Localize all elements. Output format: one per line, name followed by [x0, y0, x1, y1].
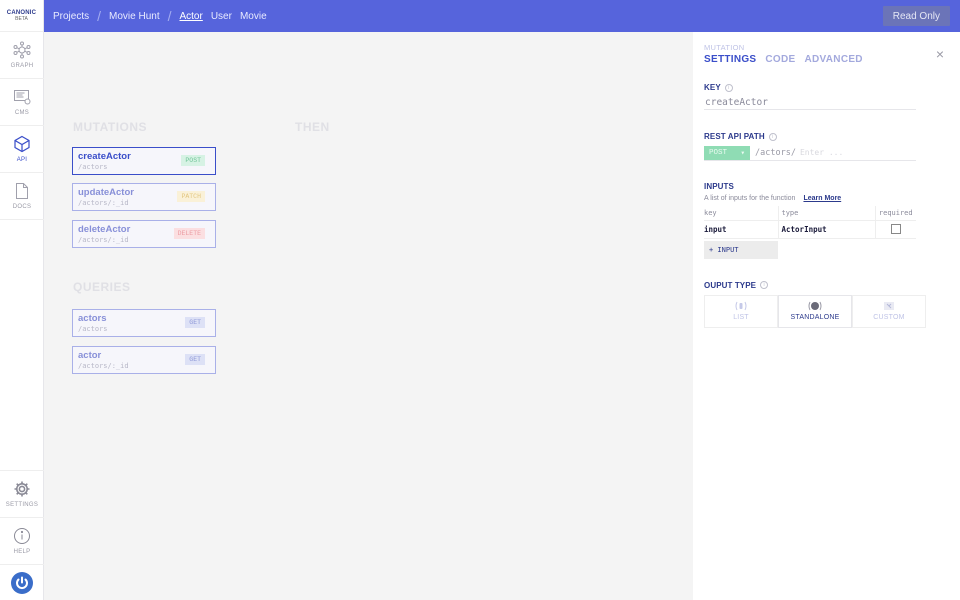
output-type-label: CUSTOM — [873, 314, 905, 321]
tab-advanced[interactable]: ADVANCED — [805, 54, 863, 65]
required-checkbox[interactable] — [890, 224, 901, 234]
method-badge: DELETE — [173, 228, 205, 239]
list-icon — [735, 301, 747, 311]
method-badge: PATCH — [177, 191, 205, 202]
sidebar-item-settings[interactable]: SETTINGS — [0, 470, 44, 517]
help-icon — [14, 528, 30, 544]
learn-more-link[interactable]: Learn More — [803, 195, 841, 202]
add-input-button[interactable]: + INPUT — [704, 240, 778, 259]
output-type-label: STANDALONE — [790, 314, 840, 321]
tab-code[interactable]: CODE — [765, 54, 795, 65]
sidebar-label-cms: CMS — [14, 110, 30, 116]
key-label: KEY i — [704, 83, 960, 92]
output-type-custom[interactable]: CUSTOM — [852, 294, 926, 328]
sidebar-item-graph[interactable]: GRAPH — [0, 32, 44, 79]
output-type-list[interactable]: LIST — [704, 294, 778, 328]
endpoint-card-update-actor[interactable]: updateActor /actors/:_id PATCH — [72, 183, 216, 211]
panel-tabs: SETTINGS CODE ADVANCED — [704, 54, 960, 65]
table-header-row: key type required — [704, 206, 916, 221]
power-button[interactable] — [0, 564, 44, 600]
standalone-icon — [808, 301, 822, 311]
info-icon[interactable]: i — [724, 83, 733, 92]
sidebar-item-cms[interactable]: CMS — [0, 79, 44, 126]
info-icon[interactable]: i — [768, 132, 777, 141]
settings-panel: × MUTATION SETTINGS CODE ADVANCED KEY i … — [693, 32, 960, 600]
cms-icon — [14, 90, 31, 105]
then-heading: THEN — [295, 120, 330, 134]
api-canvas: MUTATIONS THEN createActor /actors POST … — [44, 32, 693, 600]
sidebar-label-docs: DOCS — [12, 204, 32, 210]
key-label-text: KEY — [704, 83, 721, 92]
key-input[interactable] — [704, 96, 916, 110]
info-icon[interactable]: i — [760, 281, 769, 289]
sidebar-label-settings: SETTINGS — [5, 502, 39, 508]
output-type-standalone[interactable]: STANDALONE — [778, 294, 852, 328]
method-badge: POST — [181, 155, 205, 166]
tab-settings[interactable]: SETTINGS — [704, 54, 756, 65]
column-header-type: type — [777, 206, 875, 221]
column-header-required: required — [874, 206, 916, 221]
inputs-table: key type required input ActorInput — [704, 206, 916, 239]
output-type-label: OUPUT TYPE i — [704, 281, 960, 290]
sidebar: CANONIC BETA GRAPH CMS API DOCS SETTINGS… — [0, 0, 44, 600]
read-only-button[interactable]: Read Only — [882, 6, 950, 26]
method-select[interactable]: POST ▾ — [704, 145, 750, 160]
brand-logo[interactable]: CANONIC BETA — [0, 0, 43, 32]
output-type-label-text: OUPUT TYPE — [704, 280, 757, 290]
queries-heading: QUERIES — [73, 280, 131, 294]
breadcrumb-separator: / — [97, 8, 102, 24]
rest-path-input[interactable] — [799, 148, 890, 157]
rest-path-prefix: /actors/ — [755, 147, 796, 158]
method-select-value: POST — [709, 148, 728, 157]
mutations-heading: MUTATIONS — [73, 120, 148, 134]
model-tab-movie[interactable]: Movie — [240, 11, 267, 22]
brand-tag: BETA — [15, 15, 28, 22]
inputs-label: INPUTS — [704, 182, 960, 191]
sidebar-label-graph: GRAPH — [10, 63, 34, 69]
method-badge: GET — [185, 354, 205, 365]
panel-subtitle: MUTATION — [704, 43, 745, 52]
top-bar: Projects / Movie Hunt / Actor User Movie… — [44, 0, 960, 32]
power-icon — [11, 571, 33, 594]
output-type-options: LIST STANDALONE CUSTOM — [704, 294, 960, 328]
table-row[interactable]: input ActorInput — [704, 220, 916, 239]
inputs-description-text: A list of inputs for the function — [704, 195, 796, 202]
model-tab-actor[interactable]: Actor — [179, 11, 202, 22]
output-type-label: LIST — [733, 314, 749, 321]
inputs-description: A list of inputs for the function Learn … — [704, 195, 960, 202]
required-cell — [874, 220, 916, 239]
column-header-key: key — [704, 206, 778, 221]
sidebar-label-api: API — [16, 157, 28, 163]
graph-icon — [13, 41, 31, 59]
sidebar-item-docs[interactable]: DOCS — [0, 173, 44, 220]
rest-path-label-text: REST API PATH — [704, 132, 765, 141]
input-type-cell[interactable]: ActorInput — [777, 220, 875, 239]
endpoint-card-create-actor[interactable]: createActor /actors POST — [72, 147, 216, 175]
close-icon[interactable]: × — [936, 46, 944, 62]
endpoint-card-delete-actor[interactable]: deleteActor /actors/:_id DELETE — [72, 220, 216, 248]
method-badge: GET — [185, 317, 205, 328]
endpoint-card-actor[interactable]: actor /actors/:_id GET — [72, 346, 216, 374]
rest-path-row: POST ▾ /actors/ — [704, 145, 916, 161]
rest-path-label: REST API PATH i — [704, 132, 960, 141]
inputs-label-text: INPUTS — [704, 182, 734, 191]
chevron-down-icon: ▾ — [740, 149, 745, 158]
input-key-cell[interactable]: input — [704, 220, 778, 239]
sidebar-item-api[interactable]: API — [0, 126, 44, 173]
sidebar-bottom: SETTINGS HELP — [0, 470, 44, 600]
sidebar-item-help[interactable]: HELP — [0, 517, 44, 564]
breadcrumb-projects[interactable]: Projects — [53, 11, 89, 22]
gear-icon — [14, 481, 30, 497]
docs-icon — [16, 183, 28, 199]
endpoint-card-actors[interactable]: actors /actors GET — [72, 309, 216, 337]
sidebar-label-help: HELP — [13, 549, 31, 555]
breadcrumb-project[interactable]: Movie Hunt — [109, 11, 160, 22]
api-icon — [14, 135, 30, 153]
model-tab-user[interactable]: User — [211, 11, 232, 22]
custom-icon — [884, 302, 894, 310]
breadcrumb-separator: / — [167, 8, 172, 24]
